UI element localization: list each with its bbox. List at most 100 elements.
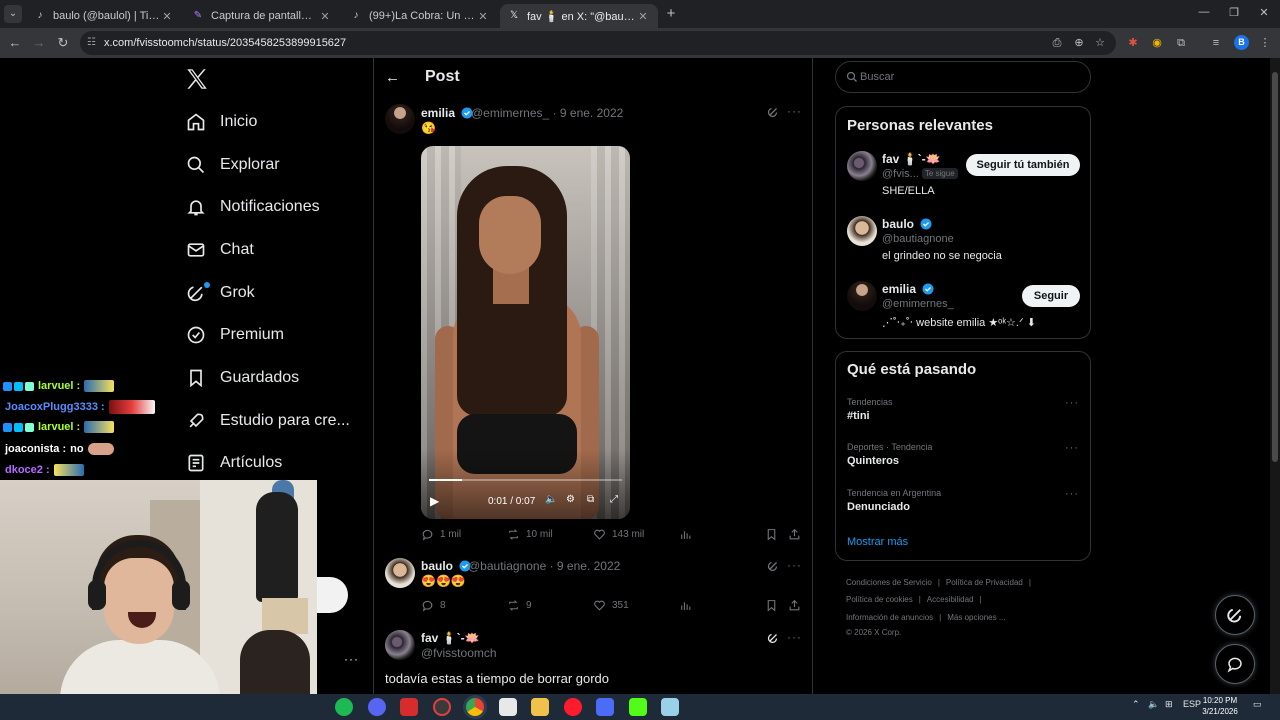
views-button[interactable]: [679, 528, 698, 541]
bookmark-button[interactable]: [765, 528, 784, 541]
file-explorer-icon[interactable]: [531, 698, 549, 716]
tab-close-icon[interactable]: ✕: [476, 10, 490, 23]
network-icon[interactable]: ⊞: [1165, 699, 1173, 710]
grok-icon[interactable]: [767, 106, 779, 118]
repost-button[interactable]: 9: [507, 599, 532, 612]
more-options-icon[interactable]: ···: [344, 652, 359, 666]
browser-tab[interactable]: ✎ Captura de pantalla por Lightshot ✕: [184, 4, 340, 28]
kick-icon[interactable]: [629, 698, 647, 716]
extension-icon[interactable]: ◉: [1148, 34, 1166, 52]
tray-overflow-icon[interactable]: ⌃: [1132, 699, 1140, 710]
scrollbar-thumb[interactable]: [1272, 72, 1278, 462]
video-player[interactable]: ▶ 0:01 / 0:07 🔈 ⚙ ⧉ ⤢: [421, 146, 630, 519]
share-button[interactable]: [788, 528, 807, 541]
trend-name[interactable]: Quinteros: [847, 455, 899, 467]
close-window-icon[interactable]: ✕: [1257, 6, 1271, 19]
spotify-icon[interactable]: [335, 698, 353, 716]
footer-link[interactable]: Más opciones ...: [947, 613, 1005, 622]
sidebar-item-inicio[interactable]: Inicio: [186, 107, 257, 137]
reply-button[interactable]: 1 mil: [421, 528, 461, 541]
zoom-icon[interactable]: ⊕: [1070, 34, 1088, 52]
grok-icon[interactable]: [767, 632, 779, 644]
sidebar-item-articulos[interactable]: Artículos: [186, 448, 282, 478]
more-options-icon[interactable]: ···: [1065, 488, 1079, 500]
views-button[interactable]: [679, 599, 698, 612]
search-input[interactable]: Buscar: [835, 61, 1091, 93]
messages-fab-button[interactable]: [1215, 644, 1255, 684]
sidebar-item-estudio[interactable]: Estudio para cre...: [186, 406, 350, 436]
avatar[interactable]: [847, 151, 877, 181]
avatar[interactable]: [385, 558, 415, 588]
sidebar-item-notificaciones[interactable]: Notificaciones: [186, 192, 320, 222]
author-name[interactable]: emilia: [421, 106, 473, 120]
follow-back-button[interactable]: Seguir tú también: [966, 154, 1080, 176]
site-info-icon[interactable]: ☷: [87, 31, 96, 55]
sidebar-item-chat[interactable]: Chat: [186, 235, 254, 265]
person-name[interactable]: emilia: [882, 282, 934, 296]
trend-name[interactable]: Denunciado: [847, 501, 910, 513]
obs-icon[interactable]: [433, 698, 451, 716]
minimize-icon[interactable]: —: [1197, 6, 1211, 18]
reading-list-icon[interactable]: ≡: [1207, 34, 1225, 52]
repost-button[interactable]: 10 mil: [507, 528, 553, 541]
tab-close-icon[interactable]: ✕: [636, 10, 650, 23]
show-more-link[interactable]: Mostrar más: [847, 536, 908, 548]
author-name[interactable]: baulo: [421, 559, 471, 573]
reply-button[interactable]: 8: [421, 599, 446, 612]
trend-name[interactable]: #tini: [847, 410, 870, 422]
more-options-icon[interactable]: ···: [787, 104, 802, 118]
play-icon[interactable]: ▶: [430, 494, 439, 508]
restore-icon[interactable]: ❐: [1227, 6, 1241, 19]
like-button[interactable]: 351: [593, 599, 629, 612]
extension-icon[interactable]: ✱: [1124, 34, 1142, 52]
post-date[interactable]: · 9 ene. 2022: [550, 559, 621, 573]
person-name[interactable]: baulo: [882, 217, 932, 231]
author-handle[interactable]: @emimernes_ · 9 ene. 2022: [471, 106, 623, 120]
notifications-icon[interactable]: ▭: [1253, 699, 1262, 710]
profile-avatar[interactable]: B: [1234, 35, 1249, 50]
sidebar-item-grok[interactable]: Grok: [186, 278, 255, 308]
footer-link[interactable]: Política de Privacidad: [946, 578, 1023, 587]
address-bar[interactable]: ☷ x.com/fvisstoomch/status/2035458253899…: [80, 31, 1116, 55]
tab-close-icon[interactable]: ✕: [318, 10, 332, 23]
author-name[interactable]: fav 🕯️`-🪷: [421, 631, 480, 645]
more-options-icon[interactable]: ···: [787, 630, 802, 644]
sidebar-item-explorar[interactable]: Explorar: [186, 150, 280, 180]
settings-icon[interactable]: ⚙: [566, 494, 575, 505]
menu-kebab-icon[interactable]: ⋮: [1256, 34, 1274, 52]
follow-button[interactable]: Seguir: [1022, 285, 1080, 307]
share-button[interactable]: [788, 599, 807, 612]
sidebar-item-premium[interactable]: Premium: [186, 320, 284, 350]
tab-search-button[interactable]: ⌄: [4, 5, 22, 23]
footer-link[interactable]: Información de anuncios: [846, 613, 933, 622]
more-options-icon[interactable]: ···: [787, 558, 802, 572]
bookmark-button[interactable]: [765, 599, 784, 612]
back-icon[interactable]: ←: [6, 34, 24, 52]
app-icon[interactable]: [661, 698, 679, 716]
bookmark-star-icon[interactable]: ☆: [1091, 34, 1109, 52]
page-scrollbar[interactable]: [1270, 58, 1280, 694]
x-logo-icon[interactable]: [184, 66, 210, 92]
forward-icon[interactable]: →: [30, 34, 48, 52]
footer-link[interactable]: Política de cookies: [846, 595, 913, 604]
grok-fab-button[interactable]: [1215, 595, 1255, 635]
volume-icon[interactable]: 🔈: [1148, 699, 1159, 710]
grok-icon[interactable]: [767, 560, 779, 572]
like-button[interactable]: 143 mil: [593, 528, 644, 541]
clock[interactable]: 10:20 PM 3/21/2026: [1198, 695, 1242, 717]
avatar[interactable]: [385, 630, 415, 660]
video-progress-bar[interactable]: [429, 479, 622, 481]
new-tab-icon[interactable]: +: [662, 5, 680, 23]
avatar[interactable]: [847, 216, 877, 246]
footer-link[interactable]: Accesibilidad: [927, 595, 974, 604]
more-options-icon[interactable]: ···: [1065, 442, 1079, 454]
author-handle[interactable]: @bautiagnone · 9 ene. 2022: [468, 559, 620, 573]
app-icon[interactable]: [499, 698, 517, 716]
browser-tab[interactable]: ♪ (99+)La Cobra: Un fenómeno en TikTok ✕: [342, 4, 498, 28]
back-arrow-icon[interactable]: ←: [385, 69, 400, 86]
extensions-puzzle-icon[interactable]: ⧉: [1172, 34, 1190, 52]
avatar[interactable]: [385, 104, 415, 134]
pip-icon[interactable]: ⧉: [587, 494, 594, 505]
discord-icon[interactable]: [368, 698, 386, 716]
reload-icon[interactable]: ↻: [54, 34, 72, 52]
